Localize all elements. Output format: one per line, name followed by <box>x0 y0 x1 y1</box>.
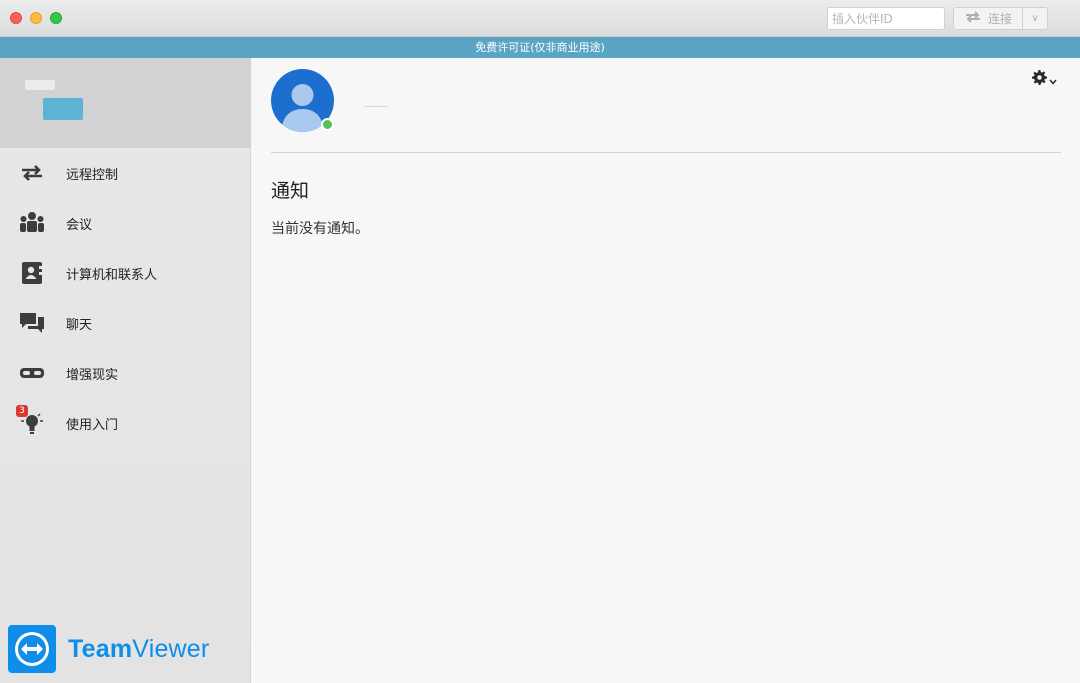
chevron-down-icon <box>1049 70 1057 89</box>
sidebar-item-meeting[interactable]: 会议 <box>0 198 251 248</box>
notification-count-badge: 3 <box>16 405 28 417</box>
ar-glasses-icon <box>18 361 46 385</box>
notifications-title: 通知 <box>271 180 310 202</box>
settings-menu-button[interactable] <box>1032 70 1057 89</box>
teamviewer-wordmark: TeamViewer <box>68 634 210 663</box>
account-area[interactable] <box>0 58 251 148</box>
close-window-button[interactable] <box>10 12 22 24</box>
main-panel: 通知 当前没有通知。 <box>252 58 1080 683</box>
sidebar-nav: 远程控制 会议 计算机和联系人 聊天 增强现实 3 使用入门 <box>0 148 251 448</box>
notifications-empty-text: 当前没有通知。 <box>271 221 369 237</box>
meeting-people-icon <box>18 211 46 235</box>
sidebar-item-remote-control[interactable]: 远程控制 <box>0 148 251 198</box>
sidebar-item-label: 使用入门 <box>66 417 119 433</box>
contacts-book-icon <box>18 261 46 285</box>
divider <box>271 152 1061 153</box>
sidebar-item-augmented-reality[interactable]: 增强现实 <box>0 348 251 398</box>
connect-dropdown-button[interactable]: ∨ <box>1022 7 1048 30</box>
sidebar-item-label: 计算机和联系人 <box>66 267 158 283</box>
teamviewer-logo: TeamViewer <box>8 625 209 673</box>
sidebar-item-computers-contacts[interactable]: 计算机和联系人 <box>0 248 251 298</box>
online-status-dot <box>321 118 334 131</box>
chevron-down-icon: ∨ <box>1031 13 1039 24</box>
connect-label: 连接 <box>987 12 1012 26</box>
sidebar-item-chat[interactable]: 聊天 <box>0 298 251 348</box>
sidebar: 远程控制 会议 计算机和联系人 聊天 增强现实 3 使用入门 TeamViewe… <box>0 58 251 683</box>
user-name-placeholder <box>364 106 388 107</box>
license-banner: 免费许可证(仅非商业用途) <box>0 37 1080 58</box>
partner-id-input[interactable] <box>827 7 945 30</box>
chat-bubbles-icon <box>18 311 46 335</box>
sidebar-item-label: 远程控制 <box>66 167 119 183</box>
connect-button[interactable]: 连接 <box>953 7 1023 30</box>
remote-control-arrows-icon <box>18 161 46 185</box>
account-logo-blurred <box>25 80 55 90</box>
minimize-window-button[interactable] <box>30 12 42 24</box>
sidebar-item-label: 聊天 <box>66 317 93 333</box>
teamviewer-logo-icon <box>8 625 56 673</box>
connect-arrows-icon <box>964 11 982 26</box>
account-logo-blurred-2 <box>43 98 83 120</box>
window-titlebar: 连接 ∨ <box>0 0 1080 37</box>
zoom-window-button[interactable] <box>50 12 62 24</box>
sidebar-item-label: 会议 <box>66 217 93 233</box>
sidebar-item-label: 增强现实 <box>66 367 119 383</box>
gear-icon <box>1032 70 1047 89</box>
sidebar-item-getting-started[interactable]: 3 使用入门 <box>0 398 251 448</box>
lightbulb-icon: 3 <box>16 405 46 435</box>
